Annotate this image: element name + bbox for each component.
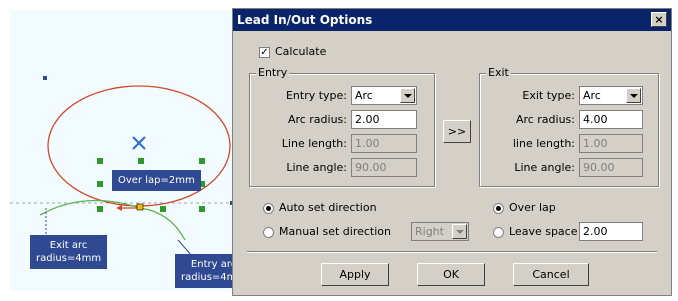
overlap-callout-text: Over lap=2mm (118, 175, 195, 186)
start-point-marker (136, 203, 144, 211)
exit-arc-radius-label: Arc radius: (515, 113, 575, 126)
entry-line-length-label: Line length: (281, 137, 347, 150)
exit-group-title: Exit (486, 66, 511, 80)
dialog-titlebar[interactable]: Lead In/Out Options × (233, 9, 671, 31)
exit-type-select[interactable]: Arc (579, 86, 643, 105)
entry-type-label: Entry type: (285, 89, 347, 102)
chevron-down-icon[interactable] (452, 224, 467, 239)
exit-line-length-label: line length: (512, 137, 575, 150)
exit-type-label: Exit type: (522, 89, 575, 102)
entry-arc-radius-input[interactable]: 2.00 (351, 110, 417, 129)
exit-line-angle-label: Line angle: (514, 161, 575, 174)
leave-space-radio[interactable] (493, 227, 504, 238)
calculate-label[interactable]: Calculate (275, 45, 326, 59)
chevron-down-icon[interactable] (626, 88, 641, 103)
exit-callout-line2: radius=4mm (36, 253, 102, 264)
checkmark-icon: ✓ (260, 47, 269, 58)
leave-space-input[interactable]: 2.00 (579, 222, 643, 241)
copy-entry-to-exit-button[interactable]: >> (443, 120, 471, 143)
entry-line-angle-label: Line angle: (286, 161, 347, 174)
entry-arc-radius-label: Arc radius: (287, 113, 347, 126)
overlap-callout: Over lap=2mm (112, 170, 201, 191)
ok-button[interactable]: OK (417, 263, 485, 286)
entry-type-select[interactable]: Arc (351, 86, 417, 105)
entry-line-length-input[interactable]: 1.00 (351, 134, 417, 153)
point-marker (43, 76, 47, 80)
exit-arc-callout: Exit arc radius=4mm (30, 235, 108, 269)
chevron-down-icon[interactable] (400, 88, 415, 103)
auto-direction-radio[interactable] (263, 203, 274, 214)
entry-type-value: Arc (355, 89, 373, 102)
exit-line-angle-input[interactable]: 90.00 (579, 158, 643, 177)
apply-button[interactable]: Apply (321, 263, 389, 286)
overlap-label[interactable]: Over lap (509, 201, 556, 215)
leave-space-label[interactable]: Leave space (509, 225, 578, 239)
calculate-checkbox[interactable]: ✓ (259, 47, 270, 58)
entry-line-angle-input[interactable]: 90.00 (351, 158, 417, 177)
close-button[interactable]: × (651, 12, 667, 27)
exit-type-value: Arc (583, 89, 601, 102)
exit-callout-line1: Exit arc (49, 240, 88, 251)
button-separator (247, 251, 657, 253)
auto-direction-label[interactable]: Auto set direction (279, 201, 377, 215)
entry-group-title: Entry (256, 66, 290, 80)
overlap-radio[interactable] (493, 203, 504, 214)
direction-select[interactable]: Right (411, 222, 469, 241)
exit-line-length-input[interactable]: 1.00 (579, 134, 643, 153)
manual-direction-radio[interactable] (263, 227, 274, 238)
lead-in-out-dialog: Lead In/Out Options × ✓ Calculate Entry … (232, 8, 672, 296)
cancel-button[interactable]: Cancel (513, 263, 589, 286)
manual-direction-label[interactable]: Manual set direction (279, 225, 391, 239)
dialog-title: Lead In/Out Options (237, 13, 373, 27)
direction-value: Right (415, 225, 444, 238)
exit-arc-radius-input[interactable]: 4.00 (579, 110, 643, 129)
close-icon: × (654, 13, 664, 26)
